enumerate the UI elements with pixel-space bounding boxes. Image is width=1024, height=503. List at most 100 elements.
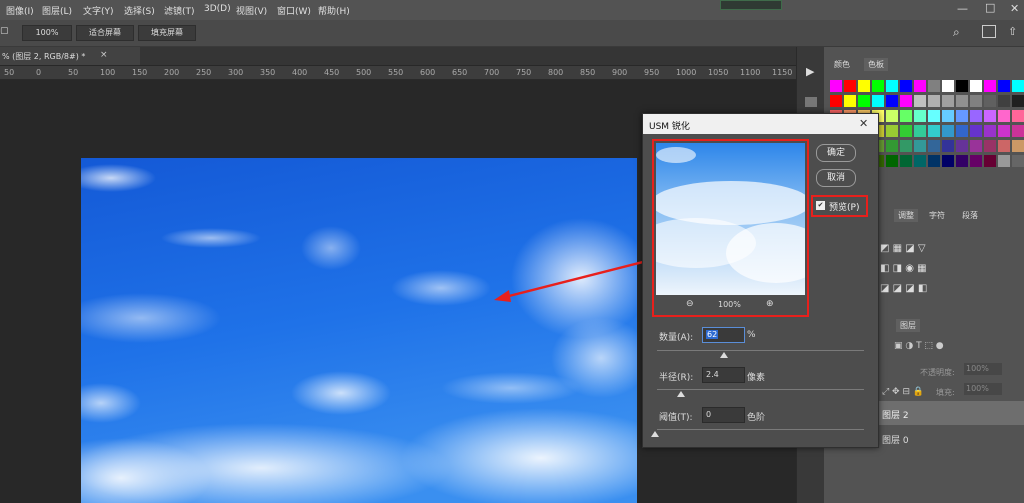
color-swatch[interactable] (900, 110, 912, 122)
color-swatch[interactable] (984, 125, 996, 137)
threshold-slider-thumb[interactable] (651, 431, 659, 437)
color-swatch[interactable] (1012, 140, 1024, 152)
radius-input[interactable]: 2.4 (702, 367, 745, 383)
color-swatch[interactable] (900, 80, 912, 92)
color-swatch[interactable] (998, 95, 1010, 107)
color-swatch[interactable] (998, 80, 1010, 92)
color-swatch[interactable] (942, 140, 954, 152)
color-swatch[interactable] (956, 80, 968, 92)
threshold-input[interactable]: 0 (702, 407, 745, 423)
color-swatch[interactable] (970, 140, 982, 152)
color-swatch[interactable] (1012, 95, 1024, 107)
levels-icon[interactable]: ◧ ◨ ◉ ▦ (880, 263, 927, 274)
color-swatch[interactable] (830, 80, 842, 92)
amount-slider-thumb[interactable] (720, 352, 728, 358)
radius-slider-thumb[interactable] (677, 391, 685, 397)
color-swatch[interactable] (928, 125, 940, 137)
curves-icon[interactable]: ◪ ◪ ◪ ◧ (880, 283, 927, 294)
color-swatch[interactable] (942, 125, 954, 137)
color-swatch[interactable] (998, 125, 1010, 137)
play-icon[interactable]: ▶ (806, 65, 814, 78)
color-swatch[interactable] (942, 110, 954, 122)
color-swatch[interactable] (984, 155, 996, 167)
color-swatch[interactable] (914, 155, 926, 167)
layer-filter-icon[interactable]: ▣ ◑ T ⬚ ● (894, 341, 944, 351)
color-swatch[interactable] (998, 110, 1010, 122)
color-swatch[interactable] (914, 125, 926, 137)
tab-character[interactable]: 字符 (929, 210, 945, 221)
brightness-icon[interactable]: ◩ ▦ ◪ ▽ (880, 243, 926, 254)
preview-image[interactable] (656, 143, 805, 295)
color-swatch[interactable] (844, 80, 856, 92)
radius-slider[interactable] (657, 389, 864, 390)
color-swatch[interactable] (928, 110, 940, 122)
color-swatch[interactable] (1012, 155, 1024, 167)
color-swatch[interactable] (984, 80, 996, 92)
color-swatch[interactable] (942, 95, 954, 107)
color-swatch[interactable] (928, 95, 940, 107)
preview-checkbox[interactable]: ✔ (816, 201, 825, 210)
color-swatch[interactable] (928, 80, 940, 92)
color-swatch[interactable] (900, 155, 912, 167)
color-swatch[interactable] (914, 110, 926, 122)
color-swatch[interactable] (886, 80, 898, 92)
color-swatch[interactable] (858, 80, 870, 92)
color-swatch[interactable] (998, 140, 1010, 152)
color-swatch[interactable] (844, 95, 856, 107)
dialog-close-icon[interactable]: ✕ (859, 117, 868, 130)
layer-row[interactable]: 图层 2 (876, 401, 1024, 425)
color-swatch[interactable] (1012, 110, 1024, 122)
color-swatch[interactable] (914, 140, 926, 152)
color-swatch[interactable] (942, 155, 954, 167)
tab-color[interactable]: 颜色 (834, 59, 850, 70)
color-swatch[interactable] (970, 125, 982, 137)
color-swatch[interactable] (956, 140, 968, 152)
amount-input[interactable]: 62 (702, 327, 745, 343)
color-swatch[interactable] (886, 110, 898, 122)
zoom-out-icon[interactable]: ⊖ (686, 299, 694, 309)
cancel-button[interactable]: 取消 (816, 169, 856, 187)
ok-button[interactable]: 确定 (816, 144, 856, 162)
color-swatch[interactable] (942, 80, 954, 92)
threshold-slider[interactable] (657, 429, 864, 430)
opacity-field[interactable]: 100% (964, 363, 1002, 375)
color-swatch[interactable] (956, 110, 968, 122)
tab-layers[interactable]: 图层 (896, 319, 920, 332)
color-swatch[interactable] (928, 140, 940, 152)
color-swatch[interactable] (886, 95, 898, 107)
color-swatch[interactable] (956, 95, 968, 107)
color-swatch[interactable] (914, 95, 926, 107)
color-swatch[interactable] (970, 80, 982, 92)
color-swatch[interactable] (886, 125, 898, 137)
color-swatch[interactable] (970, 95, 982, 107)
color-swatch[interactable] (956, 125, 968, 137)
color-swatch[interactable] (900, 95, 912, 107)
color-swatch[interactable] (872, 80, 884, 92)
color-swatch[interactable] (928, 155, 940, 167)
color-swatch[interactable] (872, 95, 884, 107)
dialog-titlebar[interactable]: USM 锐化 ✕ (643, 114, 878, 134)
color-swatch[interactable] (900, 125, 912, 137)
layer-row[interactable]: 图层 0 (876, 426, 1024, 450)
color-swatch[interactable] (984, 95, 996, 107)
color-swatch[interactable] (956, 155, 968, 167)
color-swatch[interactable] (900, 140, 912, 152)
color-swatch[interactable] (998, 155, 1010, 167)
color-swatch[interactable] (970, 155, 982, 167)
tab-paragraph[interactable]: 段落 (962, 210, 978, 221)
color-swatch[interactable] (1012, 125, 1024, 137)
amount-slider[interactable] (657, 350, 864, 351)
color-swatch[interactable] (914, 80, 926, 92)
fill-field[interactable]: 100% (964, 383, 1002, 395)
color-swatch[interactable] (886, 155, 898, 167)
color-swatch[interactable] (984, 110, 996, 122)
color-swatch[interactable] (970, 110, 982, 122)
tab-adjustments[interactable]: 调整 (894, 209, 918, 222)
color-swatch[interactable] (984, 140, 996, 152)
color-swatch[interactable] (858, 95, 870, 107)
color-swatch[interactable] (886, 140, 898, 152)
color-swatch[interactable] (1012, 80, 1024, 92)
lock-icons[interactable]: ⤢ ✥ ⊟ 🔒 (882, 387, 924, 397)
tab-swatches[interactable]: 色板 (864, 58, 888, 71)
color-swatch[interactable] (830, 95, 842, 107)
